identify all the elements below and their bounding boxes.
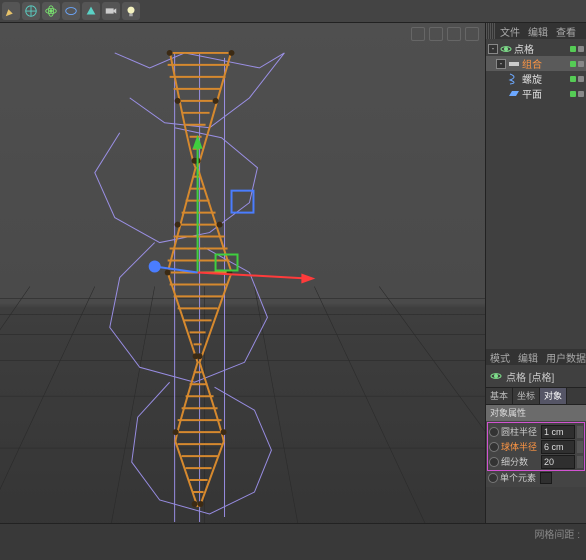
plane-icon [508, 88, 520, 100]
tree-label-zuhe: 组合 [522, 56, 568, 71]
cylinder-radius-input[interactable] [541, 425, 575, 439]
tree-label-helix: 螺旋 [522, 71, 568, 86]
camera-tool[interactable] [102, 2, 120, 20]
prop-label: 球体半径 [501, 440, 539, 453]
top-toolbar [0, 0, 586, 23]
expand-icon[interactable]: - [488, 44, 498, 54]
atom-tool[interactable] [42, 2, 60, 20]
prop-segments: 细分数 [489, 454, 583, 469]
viewport[interactable] [0, 23, 485, 523]
tree-row-helix[interactable]: 螺旋 [486, 71, 586, 86]
sphere-radius-input[interactable] [541, 440, 575, 454]
expand-icon[interactable]: - [496, 59, 506, 69]
menu-view[interactable]: 查看 [552, 24, 580, 39]
prop-cylinder-radius: 圆柱半径 [489, 424, 583, 439]
panel-grip-icon[interactable] [486, 23, 496, 39]
null-icon [508, 58, 520, 70]
prop-label: 圆柱半径 [501, 425, 539, 438]
viewport-pan-icon[interactable] [411, 27, 425, 41]
tab-object[interactable]: 对象 [540, 388, 567, 404]
ellipse-tool[interactable] [62, 2, 80, 20]
attribute-tabs: 基本 坐标 对象 [486, 387, 586, 405]
status-bar: 网格间距 : [0, 523, 586, 560]
objects-panel-header: 文件 编辑 查看 [486, 23, 586, 39]
stepper-icon[interactable] [577, 426, 583, 438]
helix-icon [508, 73, 520, 85]
stepper-icon[interactable] [577, 456, 583, 468]
prop-label: 细分数 [501, 455, 539, 468]
single-element-checkbox[interactable] [540, 472, 552, 484]
light-tool[interactable] [122, 2, 140, 20]
segments-input[interactable] [541, 455, 575, 469]
attr-menu-edit[interactable]: 编辑 [514, 350, 542, 365]
attr-object-name: 点格 [点格] [506, 369, 554, 384]
tab-coord[interactable]: 坐标 [513, 388, 540, 404]
tree-label-plane: 平面 [522, 86, 568, 101]
atom-icon [490, 370, 502, 382]
tree-row-plane[interactable]: 平面 [486, 86, 586, 101]
tree-row-zuhe[interactable]: - 组合 [486, 56, 586, 71]
prism-tool[interactable] [82, 2, 100, 20]
viewport-controls [411, 27, 479, 41]
viewport-zoom-icon[interactable] [429, 27, 443, 41]
tree-label-root: 点格 [514, 41, 568, 56]
tree-row-root[interactable]: - 点格 [486, 41, 586, 56]
attr-menu-mode[interactable]: 模式 [486, 350, 514, 365]
viewport-maximize-icon[interactable] [465, 27, 479, 41]
prop-label: 单个元素 [500, 471, 538, 484]
right-panel: 文件 编辑 查看 - 点格 - 组合 螺 [485, 23, 586, 523]
attributes-panel-header: 模式 编辑 用户数据 [486, 349, 586, 365]
radio-icon[interactable] [489, 457, 499, 467]
menu-edit[interactable]: 编辑 [524, 24, 552, 39]
prop-sphere-radius: 球体半径 [489, 439, 583, 454]
attributes-panel: 点格 [点格] 基本 坐标 对象 对象属性 圆柱半径 [486, 365, 586, 487]
tab-basic[interactable]: 基本 [486, 388, 513, 404]
viewport-rotate-icon[interactable] [447, 27, 461, 41]
radio-icon[interactable] [489, 442, 499, 452]
attr-menu-user[interactable]: 用户数据 [542, 350, 586, 365]
radio-icon[interactable] [489, 427, 499, 437]
atom-icon [500, 43, 512, 55]
pen-tool[interactable] [2, 2, 20, 20]
status-hint: 网格间距 : [534, 526, 580, 541]
menu-file[interactable]: 文件 [496, 24, 524, 39]
stepper-icon[interactable] [577, 441, 583, 453]
radio-icon[interactable] [488, 473, 498, 483]
viewport-canvas [0, 23, 485, 523]
object-tree[interactable]: - 点格 - 组合 螺旋 平面 [486, 39, 586, 349]
prop-single-element: 单个元素 [488, 470, 584, 485]
globe-tool[interactable] [22, 2, 40, 20]
attr-section-title: 对象属性 [486, 405, 586, 421]
